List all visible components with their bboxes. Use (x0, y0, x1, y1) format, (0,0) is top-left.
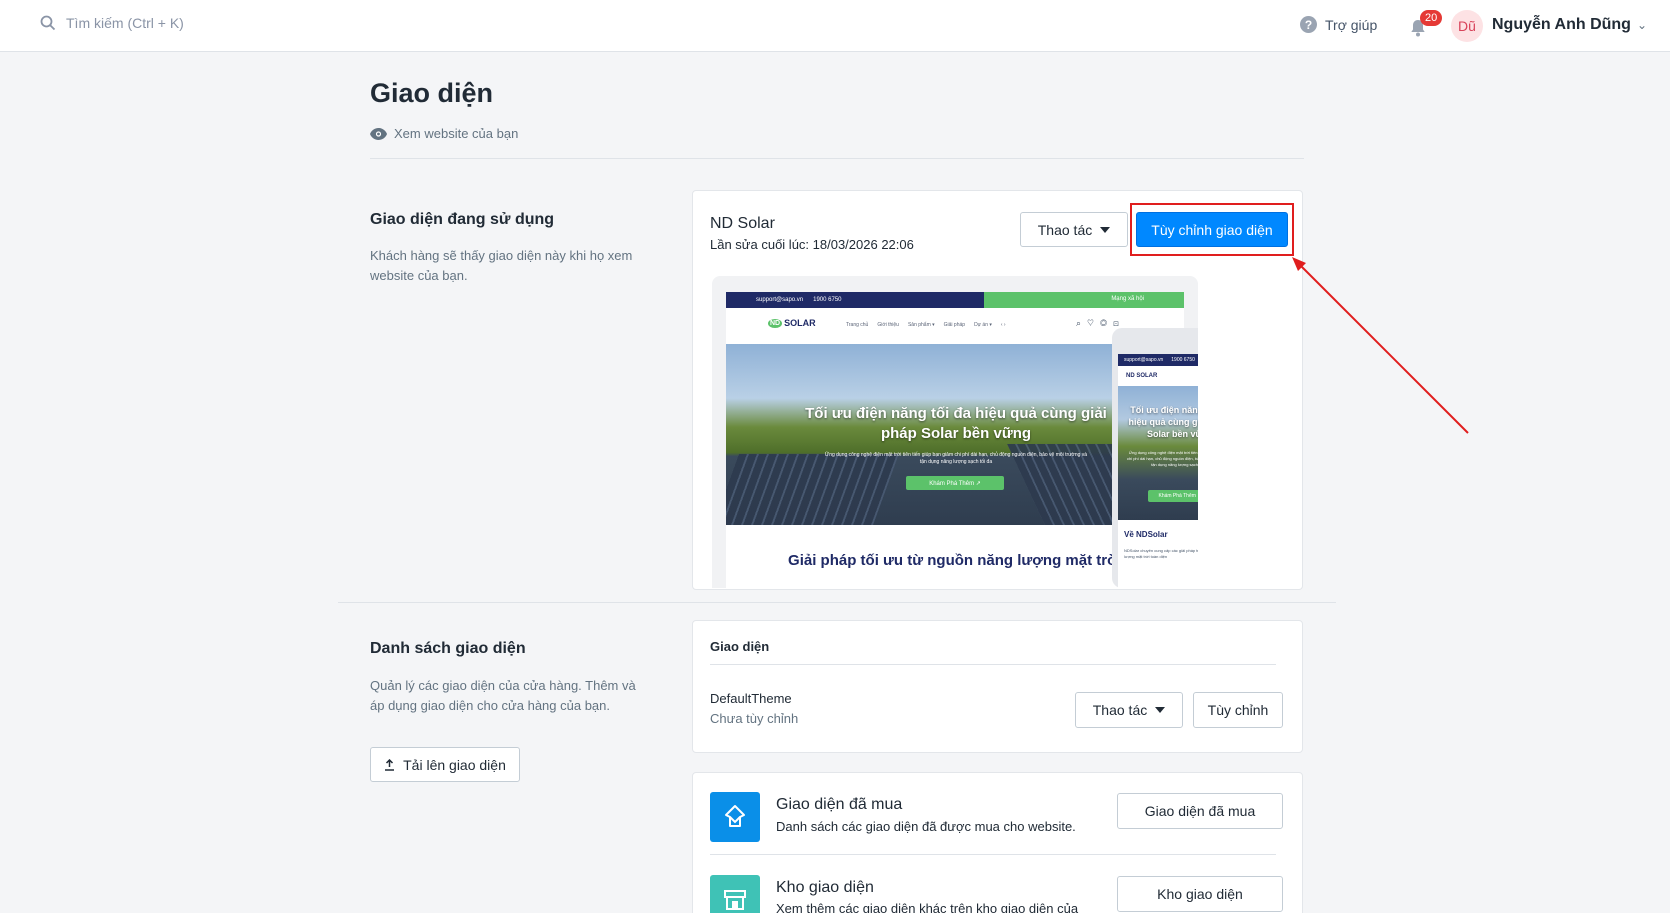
theme-actions-label: Thao tác (1037, 221, 1093, 238)
mobile-phone: 1900 6750 (1171, 357, 1195, 363)
preview-menu: Trang chủ Giới thiệu Sản phẩm ▾ Giải phá… (846, 322, 1006, 328)
theme-store-title: Kho giao diện (776, 879, 874, 896)
help-label: Trợ giúp (1325, 16, 1378, 33)
upload-icon (385, 758, 395, 771)
mobile-hero-title: Tối ưu điện năng tối đa hiệu quả cùng gi… (1128, 405, 1198, 439)
current-theme-section-description: Khách hàng sẽ thấy giao diện này khi họ … (370, 248, 633, 283)
purchased-themes-description: Danh sách các giao diện đã được mua cho … (776, 819, 1076, 834)
caret-down-icon (1155, 707, 1166, 713)
help-icon: ? (1300, 16, 1317, 33)
preview-hero-subtitle: Ứng dụng công nghệ điện mặt trời tiên ti… (824, 452, 1088, 465)
preview-phone: 1900 6750 (813, 297, 842, 303)
mobile-about-text: NDSolar chuyên cung cấp các giải pháp từ… (1124, 548, 1198, 559)
preview-menu-item: Giới thiệu (877, 322, 899, 328)
current-theme-name: ND Solar (710, 215, 775, 232)
theme-row-customize-button[interactable]: Tùy chỉnh (1193, 692, 1283, 728)
preview-menu-item: Dự án ▾ (974, 322, 992, 328)
upload-theme-label: Tải lên giao diện (403, 756, 506, 773)
preview-logo-text: SOLAR (784, 318, 816, 328)
theme-store-button[interactable]: Kho giao diện (1117, 876, 1283, 912)
theme-row-actions-label: Thao tác (1092, 702, 1148, 718)
caret-down-icon (1100, 226, 1111, 233)
mobile-about-title: Về NDSolar (1124, 530, 1168, 539)
divider (370, 158, 1304, 159)
preview-logo-badge: ND (768, 318, 783, 328)
mobile-screen: support@sapo.vn 1900 6750 ND SOLAR ⌕♡◎≡ … (1118, 354, 1198, 588)
notification-count-badge: 20 (1420, 10, 1443, 26)
theme-list-header: Giao diện (710, 639, 770, 654)
preview-hero-button: Khám Phá Thêm ↗ (906, 476, 1004, 490)
search-input[interactable]: Tìm kiếm (Ctrl + K) (66, 15, 184, 31)
view-site-label: Xem website của bạn (394, 126, 519, 141)
purchased-themes-button[interactable]: Giao diện đã mua (1117, 793, 1283, 829)
mobile-hero-subtitle: Ứng dụng công nghệ điện mặt trời tiên ti… (1126, 450, 1198, 467)
purchased-themes-title: Giao diện đã mua (776, 796, 903, 813)
mobile-logo: ND SOLAR (1126, 373, 1158, 379)
mobile-email: support@sapo.vn (1124, 357, 1164, 363)
mobile-top-strip: support@sapo.vn 1900 6750 (1118, 354, 1198, 366)
divider (710, 854, 1276, 855)
current-theme-last-edited: Lần sửa cuối lúc: 18/03/2026 22:06 (710, 237, 914, 252)
theme-list-section-description: Quản lý các giao diện của cửa hàng. Thêm… (370, 678, 636, 713)
mobile-nav: ND SOLAR ⌕♡◎≡ (1118, 366, 1198, 386)
eye-icon (370, 127, 387, 140)
notifications-button[interactable]: 20 (1408, 10, 1443, 38)
preview-menu-item: Giải pháp (943, 322, 966, 328)
user-name[interactable]: Nguyễn Anh Dũng (1492, 16, 1631, 34)
top-bar: Tìm kiếm (Ctrl + K) ? Trợ giúp 20 Dũ Ngu… (0, 0, 1670, 52)
purchased-theme-icon (710, 792, 760, 842)
preview-social-label: Mạng xã hội (1111, 296, 1144, 302)
mobile-hero-button: Khám Phá Thêm ↗ (1148, 490, 1198, 502)
preview-green-strip (984, 292, 1184, 308)
current-theme-section-title: Giao diện đang sử dụng (370, 211, 555, 228)
theme-row-status: Chưa tùy chỉnh (710, 711, 799, 726)
preview-email: support@sapo.vn (756, 297, 804, 303)
mobile-preview: support@sapo.vn 1900 6750 ND SOLAR ⌕♡◎≡ … (1112, 328, 1198, 588)
preview-menu-item: Trang chủ (846, 322, 869, 328)
red-arrow-annotation (1292, 257, 1469, 434)
divider (338, 602, 1336, 603)
preview-nav-icons: ⌕♡◎⊡ (1076, 318, 1125, 328)
theme-row-name: DefaultTheme (710, 691, 792, 706)
help-link[interactable]: ? Trợ giúp (1300, 16, 1377, 33)
theme-store-description: Xem thêm các giao diện khác trên kho gia… (776, 901, 1079, 913)
search-box[interactable]: Tìm kiếm (Ctrl + K) (40, 15, 184, 31)
preview-menu-item: Sản phẩm ▾ (907, 322, 935, 328)
theme-list-section-title: Danh sách giao diện (370, 640, 526, 657)
preview-menu-item: ‹ › (1000, 322, 1006, 328)
preview-top-strip: support@sapo.vn 1900 6750 Mạng xã hội (726, 292, 1184, 308)
scrollbar[interactable] (1650, 52, 1670, 913)
view-site-link[interactable]: Xem website của bạn (370, 126, 518, 141)
preview-logo: ND SOLAR (768, 318, 816, 328)
divider (710, 664, 1276, 665)
chevron-down-icon[interactable]: ⌄ (1637, 18, 1647, 32)
highlight-box (1130, 203, 1294, 256)
upload-theme-button[interactable]: Tải lên giao diện (370, 747, 520, 782)
page-title: Giao diện (370, 78, 494, 108)
store-icon (710, 875, 760, 913)
theme-list-card (692, 620, 1303, 753)
avatar[interactable]: Dũ (1451, 10, 1483, 42)
theme-preview: support@sapo.vn 1900 6750 Mạng xã hội ND… (712, 276, 1198, 588)
theme-row-actions-button[interactable]: Thao tác (1075, 692, 1183, 728)
mobile-hero: Tối ưu điện năng tối đa hiệu quả cùng gi… (1118, 386, 1198, 520)
preview-hero-title: Tối ưu điện năng tối đa hiệu quả cùng gi… (805, 405, 1107, 442)
theme-actions-button[interactable]: Thao tác (1020, 212, 1128, 247)
search-icon (40, 15, 56, 31)
